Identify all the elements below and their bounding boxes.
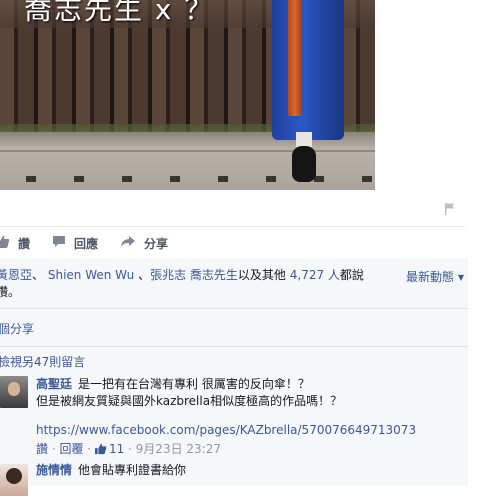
comment-like-count[interactable]: 11 (109, 442, 124, 456)
comment-text: 他會貼專利證書給你 (78, 463, 187, 477)
avatar[interactable] (0, 376, 28, 408)
comment-link[interactable]: https://www.facebook.com/pages/KAZbrella… (36, 422, 468, 439)
comment-body: 高聖廷 是一把有在台灣有專利 很厲害的反向傘！？ 但是被網友質疑與國外kazbre… (36, 376, 468, 439)
likes-sentence: 黃恩亞、 Shien Wen Wu 、張兆志 喬志先生以及其他 4,727 人都… (0, 267, 384, 301)
comment-like-link[interactable]: 讚 (36, 442, 48, 456)
likes-line2: 讚。 (0, 285, 21, 299)
thumbs-up-icon (0, 235, 18, 252)
post-action-bar: 讚 回應 分享 (0, 226, 465, 259)
photo-umbrella (288, 0, 302, 116)
comment-timestamp[interactable]: 9月23日 23:27 (136, 442, 221, 456)
likes-connector: 以及其他 (237, 268, 286, 282)
comment-author[interactable]: 施情情 (36, 463, 72, 477)
comment-text: 是一把有在台灣有專利 很厲害的反向傘！？ (78, 377, 310, 391)
thumbs-up-icon (94, 443, 107, 458)
shares-link[interactable]: 個分享 (0, 320, 34, 337)
share-button[interactable]: 分享 (120, 235, 168, 252)
share-arrow-icon (120, 235, 144, 251)
comment-text: 但是被網友質疑與國外kazbrella相似度極高的作品嗎！？ (36, 394, 343, 408)
liker-link[interactable]: Shien Wen Wu (48, 268, 134, 282)
like-button[interactable]: 讚 (0, 235, 30, 252)
photo-leg (272, 0, 344, 140)
photo-shoe (292, 146, 316, 182)
sort-dropdown[interactable]: 最新動態 ▼ (406, 268, 464, 285)
sort-label: 最新動態 (406, 270, 455, 284)
view-more-comments-row: 檢視另47則留言 (0, 346, 468, 373)
shares-row: 個分享 (0, 308, 468, 345)
comment-button-label: 回應 (74, 236, 99, 251)
view-more-comments-link[interactable]: 檢視另47則留言 (0, 353, 85, 370)
liker-link[interactable]: 黃恩亞 (0, 268, 32, 282)
comment-meta: 讚 · 回覆 · 11 · 9月23日 23:27 (36, 442, 221, 458)
likes-summary: 黃恩亞、 Shien Wen Wu 、張兆志 喬志先生以及其他 4,727 人都… (0, 258, 468, 306)
speech-bubble-icon (52, 235, 74, 251)
photo-overlay-text: 喬志先生 x ？ (24, 0, 215, 26)
comment-body: 施情情 他會貼專利證書給你 (36, 462, 468, 479)
likes-separator: 、 (138, 268, 151, 282)
avatar[interactable] (0, 464, 28, 496)
comment-reply-link[interactable]: 回覆 (59, 442, 83, 456)
likes-tail: 都說 (339, 268, 364, 282)
flag-icon[interactable] (443, 202, 457, 216)
like-button-label: 讚 (18, 236, 31, 251)
share-button-label: 分享 (144, 236, 169, 251)
likes-count-link[interactable]: 4,727 人 (290, 268, 340, 282)
photo-ground-seam (0, 150, 375, 152)
liker-link[interactable]: 張兆志 喬志先生 (150, 268, 238, 282)
photo-ground-drains (0, 176, 375, 182)
likes-separator: 、 (32, 268, 45, 282)
post-photo[interactable]: 喬志先生 x ？ (0, 0, 375, 190)
comment-button[interactable]: 回應 (52, 235, 98, 252)
comment-author[interactable]: 高聖廷 (36, 377, 72, 391)
comment: 高聖廷 是一把有在台灣有專利 很厲害的反向傘！？ 但是被網友質疑與國外kazbre… (0, 374, 468, 464)
caret-down-icon: ▼ (457, 273, 464, 282)
feedback-panel: 黃恩亞、 Shien Wen Wu 、張兆志 喬志先生以及其他 4,727 人都… (0, 258, 468, 496)
